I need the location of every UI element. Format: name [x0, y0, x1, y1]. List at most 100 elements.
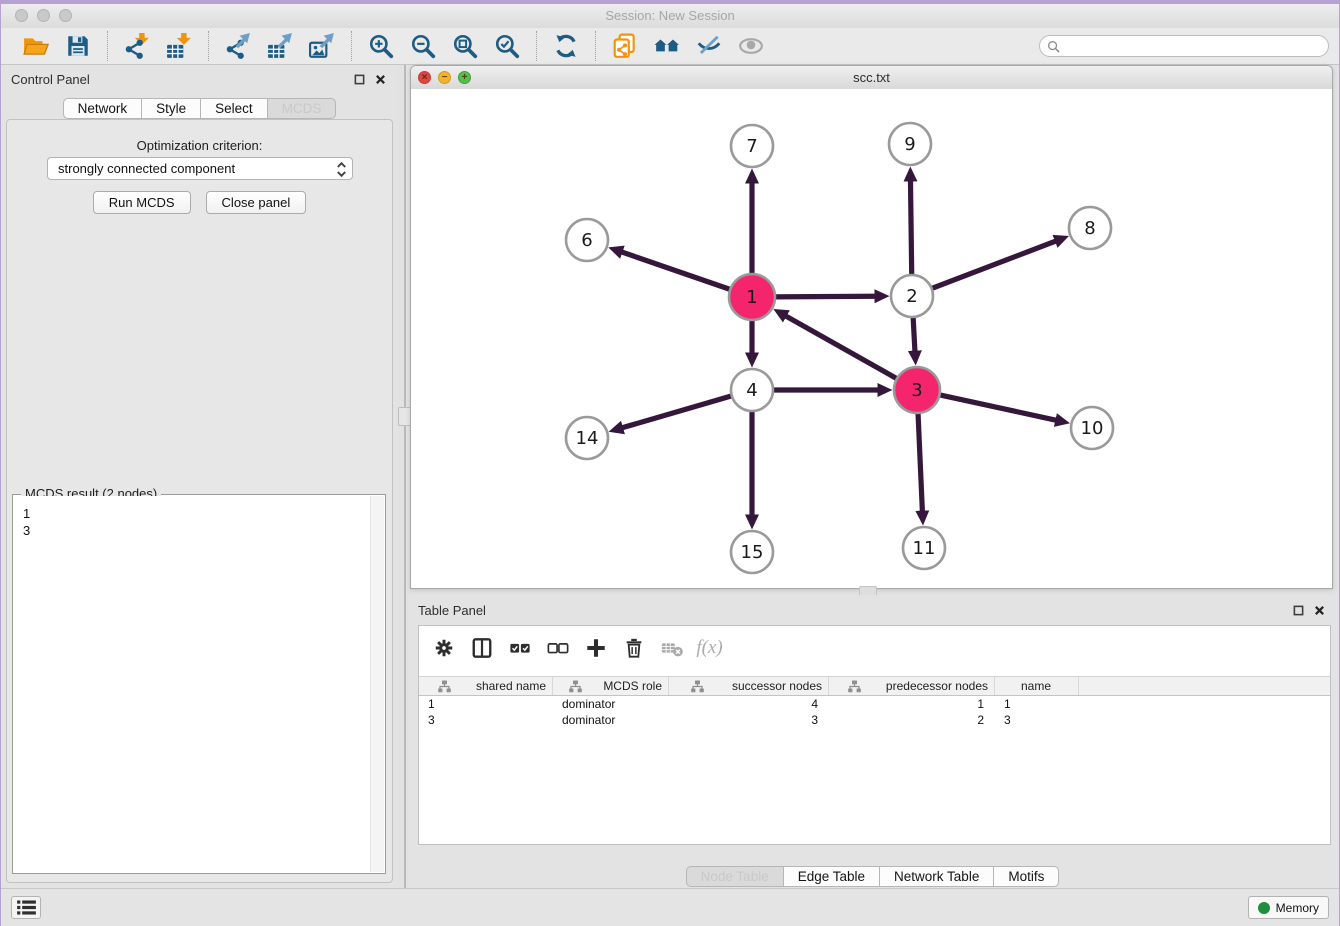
tab-select[interactable]: Select [200, 98, 268, 119]
apply-preferred-layout-button[interactable] [547, 30, 585, 62]
export-image-button[interactable] [303, 30, 341, 62]
mcds-result-textarea[interactable]: 13 [14, 496, 384, 872]
show-all-button [732, 30, 770, 62]
table-toolbar: f(x) [419, 626, 1330, 669]
table-cell: 1 [995, 697, 1079, 711]
column-header-successor-nodes[interactable]: successor nodes [669, 677, 829, 695]
graph-node-15[interactable]: 15 [731, 531, 773, 573]
network-window-title: scc.txt [411, 70, 1332, 85]
fx-icon: f(x) [696, 637, 722, 659]
import-network-button[interactable] [118, 30, 156, 62]
column-header-name[interactable]: name [995, 677, 1079, 695]
graph-node-3[interactable]: 3 [894, 367, 940, 413]
table-row[interactable]: 3dominator323 [419, 712, 1330, 728]
tab-edge-table[interactable]: Edge Table [783, 866, 880, 887]
network-canvas[interactable]: 1 2 3 4 6 7 8 9 10 11 14 15 [411, 89, 1332, 588]
control-panel: Control Panel NetworkStyleSelectMCDS Opt… [1, 65, 398, 889]
memory-button[interactable]: Memory [1248, 896, 1329, 919]
table-cell: 4 [669, 697, 829, 711]
add-row-button[interactable] [580, 633, 611, 663]
result-line: 3 [23, 522, 384, 539]
table-row[interactable]: 1dominator411 [419, 696, 1330, 712]
table-body: 1dominator4113dominator323 [419, 696, 1330, 728]
export-table-button[interactable] [261, 30, 299, 62]
graph-node-6[interactable]: 6 [566, 219, 608, 261]
open-session-button[interactable] [17, 30, 55, 62]
show-columns-button[interactable] [466, 633, 497, 663]
graph-node-11[interactable]: 11 [903, 527, 945, 569]
delete-row-button[interactable] [618, 633, 649, 663]
tab-motifs[interactable]: Motifs [993, 866, 1059, 887]
tab-network-table[interactable]: Network Table [879, 866, 994, 887]
graph-node-9[interactable]: 9 [889, 123, 931, 165]
vertical-splitter[interactable] [404, 65, 406, 889]
columns-icon [471, 637, 493, 659]
float-panel-icon[interactable] [354, 74, 365, 85]
export-table-icon [267, 33, 293, 59]
column-header-predecessor-nodes[interactable]: predecessor nodes [829, 677, 995, 695]
zoom-fit-icon [452, 33, 478, 59]
close-panel-icon[interactable] [375, 74, 386, 85]
deselect-all-rows-button[interactable] [542, 633, 573, 663]
zoom-selected-button[interactable] [488, 30, 526, 62]
graph-node-4[interactable]: 4 [731, 369, 773, 411]
search-box[interactable] [1039, 35, 1329, 57]
tab-node-table[interactable]: Node Table [686, 866, 784, 887]
graph-edge-2-3[interactable] [913, 315, 915, 351]
task-history-button[interactable] [11, 896, 41, 919]
close-table-panel-icon[interactable] [1314, 605, 1325, 616]
hide-selected-button[interactable] [690, 30, 728, 62]
svg-text:2: 2 [906, 286, 917, 307]
zoom-in-icon [368, 33, 394, 59]
deselect-all-icon [547, 637, 569, 659]
close-panel-button[interactable]: Close panel [206, 191, 307, 214]
clone-network-icon [612, 33, 638, 59]
network-window-titlebar: ×−+ scc.txt [411, 66, 1332, 90]
clone-network-button[interactable] [606, 30, 644, 62]
gear-icon [433, 637, 455, 659]
graph-edge-3-1[interactable] [786, 316, 899, 380]
export-network-button[interactable] [219, 30, 257, 62]
mcds-result-box: MCDS result (2 nodes) 13 [12, 494, 386, 874]
network-window: ×−+ scc.txt 1 2 3 4 6 7 8 9 10 11 14 15 [410, 65, 1333, 589]
select-all-rows-button[interactable] [504, 633, 535, 663]
graph-node-8[interactable]: 8 [1069, 207, 1111, 249]
memory-label: Memory [1276, 901, 1319, 915]
graph-node-10[interactable]: 10 [1071, 407, 1113, 449]
save-session-button[interactable] [59, 30, 97, 62]
tab-mcds[interactable]: MCDS [267, 98, 337, 119]
graph-edge-2-8[interactable] [930, 241, 1056, 289]
svg-text:3: 3 [911, 380, 922, 401]
graph-edge-4-14[interactable] [623, 395, 734, 427]
zoom-in-button[interactable] [362, 30, 400, 62]
column-header-shared-name[interactable]: shared name [419, 677, 553, 695]
result-scrollbar[interactable] [370, 496, 384, 872]
tab-network[interactable]: Network [63, 98, 143, 119]
graph-edge-3-10[interactable] [938, 394, 1056, 420]
toolbar-group [537, 30, 595, 62]
control-panel-header: Control Panel [11, 69, 386, 89]
optimization-dropdown[interactable]: strongly connected component [47, 157, 353, 180]
graph-edge-1-6[interactable] [622, 252, 732, 290]
tab-style[interactable]: Style [141, 98, 201, 119]
graph-node-1[interactable]: 1 [729, 274, 775, 320]
graph-edge-2-9[interactable] [910, 181, 911, 277]
zoom-out-button[interactable] [404, 30, 442, 62]
column-header-mcds-role[interactable]: MCDS role [553, 677, 669, 695]
dropdown-stepper-icon [335, 160, 348, 179]
search-icon [1047, 40, 1060, 53]
import-table-button[interactable] [160, 30, 198, 62]
table-options-button[interactable] [428, 633, 459, 663]
run-mcds-button[interactable]: Run MCDS [93, 191, 191, 214]
mcds-result-lines: 13 [14, 496, 384, 539]
zoom-fit-button[interactable] [446, 30, 484, 62]
graph-node-7[interactable]: 7 [731, 125, 773, 167]
float-table-panel-icon[interactable] [1293, 605, 1304, 616]
graph-edge-1-2[interactable] [773, 296, 875, 297]
first-neighbors-button[interactable] [648, 30, 686, 62]
graph-edge-3-11[interactable] [918, 411, 922, 511]
graph-node-14[interactable]: 14 [566, 417, 608, 459]
graph-node-2[interactable]: 2 [891, 275, 933, 317]
search-input[interactable] [1065, 37, 1328, 55]
svg-text:8: 8 [1084, 218, 1095, 239]
